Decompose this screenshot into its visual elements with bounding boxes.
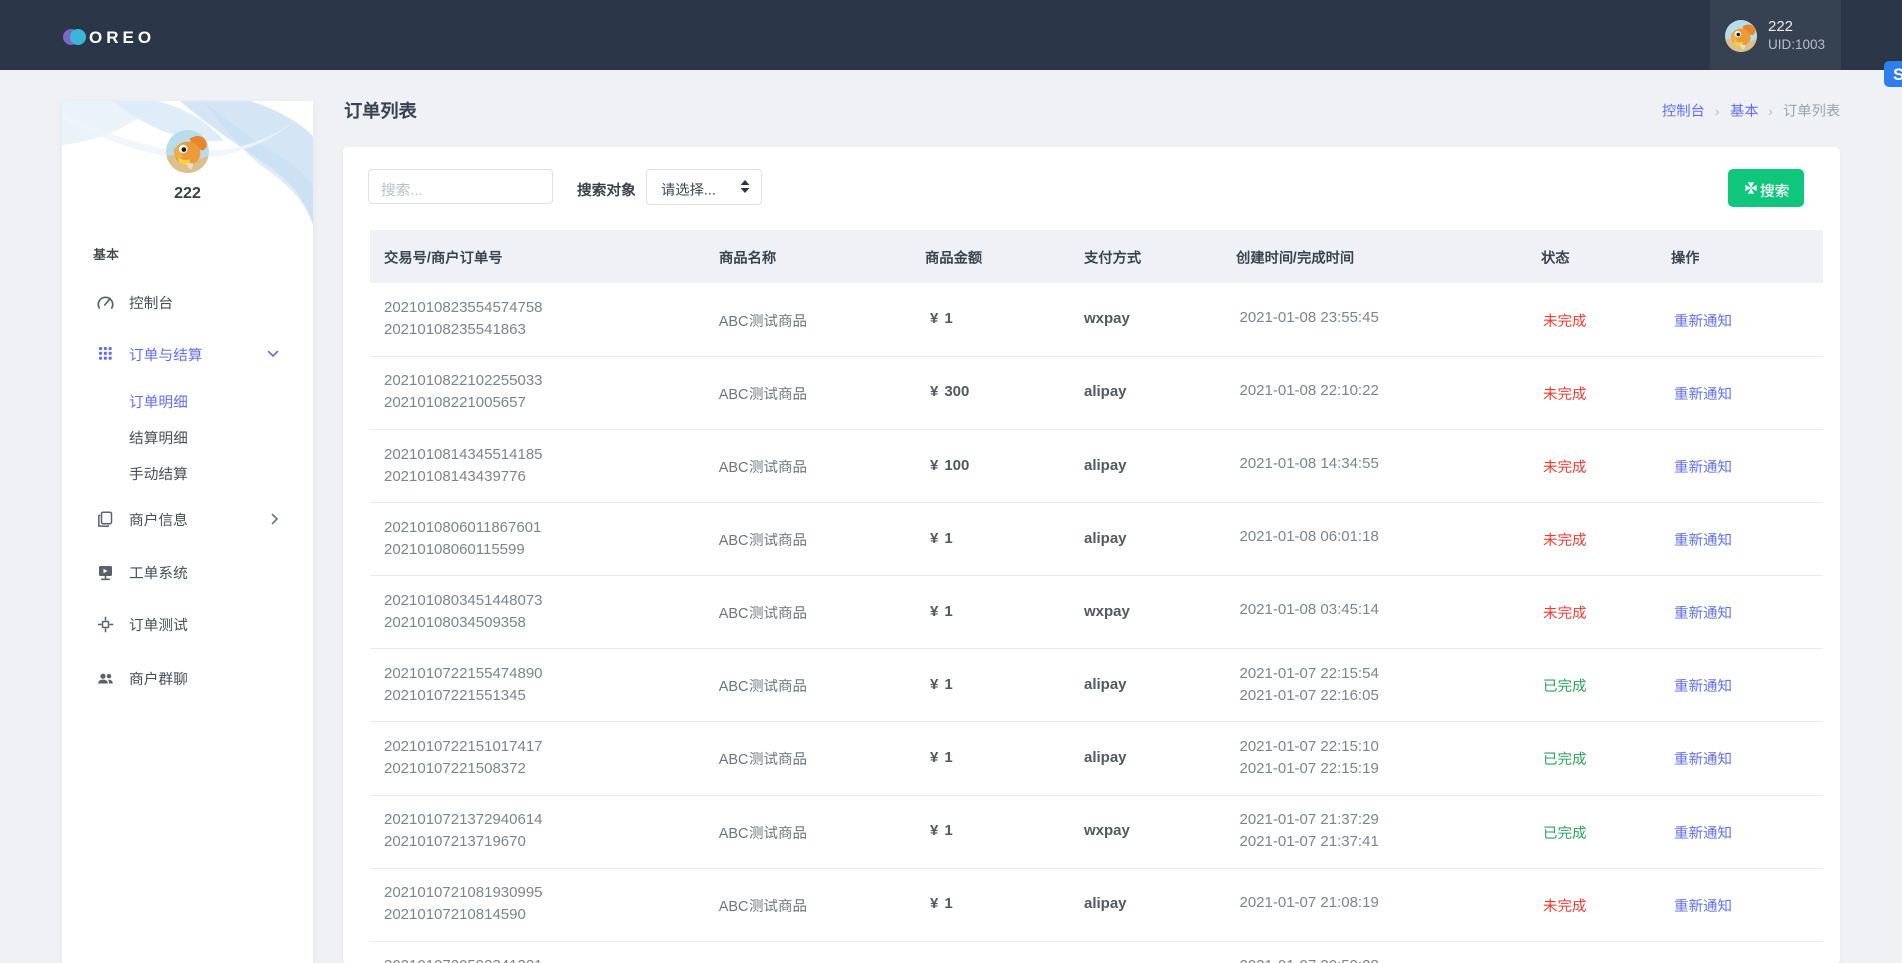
svg-text:S: S (1893, 65, 1902, 84)
